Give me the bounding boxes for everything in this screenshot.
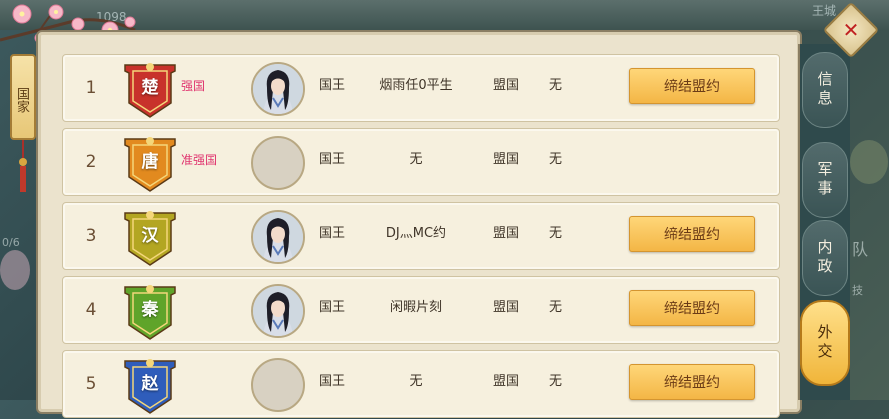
form-alliance-button[interactable]: 缔结盟约 xyxy=(629,68,755,104)
close-icon: ✕ xyxy=(842,18,860,42)
king-label: 国王 xyxy=(319,78,346,93)
country-status-tag: 强国 xyxy=(181,79,206,93)
king-name: DJ灬MC约 xyxy=(385,226,447,241)
diplomacy-panel: 1 楚 强国 国王 烟雨任0平生 盟国 无 缔结盟约 2 唐 准强国 国王 无 … xyxy=(36,30,802,418)
ally-value: 无 xyxy=(549,300,563,315)
country-banner: 唐 xyxy=(121,135,179,192)
country-name: 唐 xyxy=(141,152,159,172)
background-fragment: 技 xyxy=(852,284,863,297)
tab-info[interactable]: 信息 xyxy=(802,52,848,128)
king-label: 国王 xyxy=(319,374,346,389)
background-decoration xyxy=(0,250,30,290)
tab-diplomacy-label: 外交 xyxy=(815,324,834,362)
tab-country-label: 国家 xyxy=(14,87,29,113)
form-alliance-button[interactable]: 缔结盟约 xyxy=(629,216,755,252)
tab-military-label: 军事 xyxy=(815,161,834,199)
country-row: 5 赵 国王 无 盟国 无 缔结盟约 xyxy=(62,350,780,418)
king-portrait-image xyxy=(253,286,303,336)
king-avatar[interactable] xyxy=(251,62,305,116)
country-row: 1 楚 强国 国王 烟雨任0平生 盟国 无 缔结盟约 xyxy=(62,54,780,122)
ally-value: 无 xyxy=(549,226,563,241)
tab-diplomacy[interactable]: 外交 xyxy=(800,300,850,386)
tab-domestic-label: 内政 xyxy=(815,239,834,277)
rank-number: 4 xyxy=(85,300,97,320)
form-alliance-button[interactable]: 缔结盟约 xyxy=(629,290,755,326)
rank-number: 5 xyxy=(85,374,97,394)
ally-label: 盟国 xyxy=(493,374,520,389)
ally-value: 无 xyxy=(549,78,563,93)
rank-number: 1 xyxy=(85,78,97,98)
country-row: 2 唐 准强国 国王 无 盟国 无 xyxy=(62,128,780,196)
country-row: 4 秦 国王 闲暇片刻 盟国 无 缔结盟约 xyxy=(62,276,780,344)
king-name: 无 xyxy=(409,152,423,167)
king-name: 闲暇片刻 xyxy=(389,300,442,315)
king-portrait-image xyxy=(253,212,303,262)
background-decoration xyxy=(850,140,888,184)
country-banner: 秦 xyxy=(121,283,179,340)
king-avatar[interactable] xyxy=(251,210,305,264)
king-label: 国王 xyxy=(319,226,346,241)
rank-number: 2 xyxy=(85,152,97,172)
king-avatar[interactable] xyxy=(251,358,305,412)
king-label: 国王 xyxy=(319,300,346,315)
ally-value: 无 xyxy=(549,374,563,389)
tab-info-label: 信息 xyxy=(815,71,834,109)
tab-domestic[interactable]: 内政 xyxy=(802,220,848,296)
country-name: 楚 xyxy=(141,78,159,98)
background-fragment: 0/6 xyxy=(2,236,20,249)
king-portrait-image xyxy=(253,64,303,114)
country-name: 秦 xyxy=(141,300,159,320)
country-name: 汉 xyxy=(141,226,159,246)
king-avatar[interactable] xyxy=(251,284,305,338)
country-banner: 汉 xyxy=(121,209,179,266)
ally-label: 盟国 xyxy=(493,152,520,167)
country-status-tag: 准强国 xyxy=(181,153,218,167)
tab-military[interactable]: 军事 xyxy=(802,142,848,218)
country-row: 3 汉 国王 DJ灬MC约 盟国 无 缔结盟约 xyxy=(62,202,780,270)
king-avatar[interactable] xyxy=(251,136,305,190)
ally-label: 盟国 xyxy=(493,300,520,315)
background-fragment: 队 xyxy=(852,240,869,259)
king-name: 烟雨任0平生 xyxy=(379,78,453,93)
side-tab-bar: 信息 军事 内政 外交 xyxy=(798,44,850,400)
tassel-ornament xyxy=(19,140,27,192)
rank-number: 3 xyxy=(85,226,97,246)
tab-country[interactable]: 国家 xyxy=(10,54,36,140)
country-banner: 赵 xyxy=(121,357,179,414)
country-banner: 楚 xyxy=(121,61,179,118)
king-name: 无 xyxy=(409,374,423,389)
form-alliance-button[interactable]: 缔结盟约 xyxy=(629,364,755,400)
ally-label: 盟国 xyxy=(493,78,520,93)
ally-value: 无 xyxy=(549,152,563,167)
king-label: 国王 xyxy=(319,152,346,167)
ally-label: 盟国 xyxy=(493,226,520,241)
country-name: 赵 xyxy=(141,374,159,394)
